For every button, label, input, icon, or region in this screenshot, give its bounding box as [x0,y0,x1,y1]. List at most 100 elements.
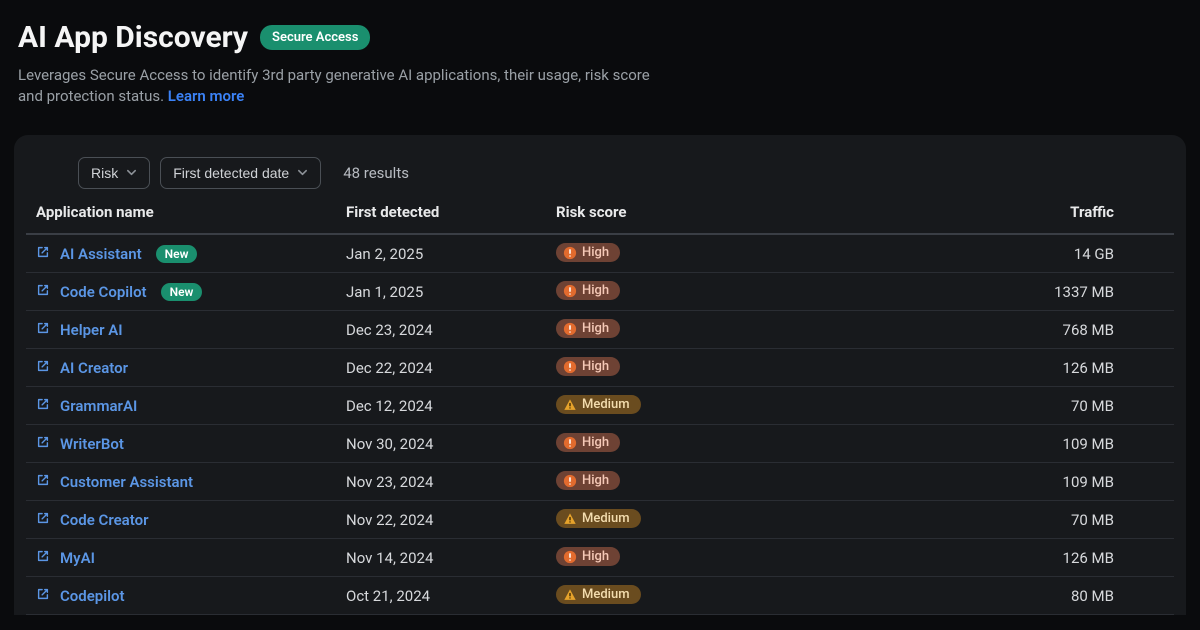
application-link[interactable]: AI Creator [60,359,128,377]
application-cell: WriterBot [36,435,346,453]
risk-cell: High [556,357,916,378]
traffic-cell: 80 MB [916,587,1146,605]
external-link-icon[interactable] [36,511,50,529]
application-cell: AI Creator [36,359,346,377]
external-link-icon[interactable] [36,321,50,339]
risk-filter-dropdown[interactable]: Risk [78,157,150,189]
risk-label: Medium [582,511,630,526]
risk-label: High [582,473,609,488]
external-link-icon[interactable] [36,587,50,605]
alert-triangle-icon [562,511,577,526]
first-detected-cell: Nov 30, 2024 [346,435,556,453]
application-link[interactable]: Code Copilot [60,283,147,301]
alert-triangle-icon [562,397,577,412]
risk-filter-label: Risk [91,165,118,181]
new-badge: New [161,283,203,301]
discovery-card: Risk First detected date 48 results Appl… [14,135,1186,615]
chevron-down-icon [126,165,137,181]
alert-circle-icon [562,473,577,488]
first-detected-cell: Dec 23, 2024 [346,321,556,339]
application-cell: Codepilot [36,587,346,605]
apps-table: Application name First detected Risk sco… [14,203,1186,615]
page-subtitle: Leverages Secure Access to identify 3rd … [18,65,658,107]
external-link-icon[interactable] [36,435,50,453]
application-cell: Code Copilot New [36,283,346,301]
risk-cell: Medium [556,509,916,530]
risk-medium-badge: Medium [556,395,641,414]
first-detected-cell: Dec 12, 2024 [346,397,556,415]
external-link-icon[interactable] [36,283,50,301]
table-row: Customer AssistantNov 23, 2024High109 MB [26,463,1174,501]
application-cell: AI Assistant New [36,245,346,263]
application-link[interactable]: GrammarAI [60,397,137,415]
traffic-cell: 14 GB [916,245,1146,263]
risk-medium-badge: Medium [556,585,641,604]
external-link-icon[interactable] [36,549,50,567]
table-row: MyAI Nov 14, 2024 High 126 MB [26,539,1174,577]
risk-cell: High [556,471,916,492]
table-row: WriterBotNov 30, 2024High109 MB [26,425,1174,463]
alert-circle-icon [562,321,577,336]
table-row: Code CopilotNewJan 1, 2025High1337 MB [26,273,1174,311]
application-link[interactable]: MyAI [60,549,95,567]
learn-more-link[interactable]: Learn more [168,87,245,105]
application-link[interactable]: WriterBot [60,435,124,453]
detected-filter-dropdown[interactable]: First detected date [160,157,321,189]
first-detected-cell: Nov 22, 2024 [346,511,556,529]
risk-label: Medium [582,397,630,412]
risk-cell: High [556,281,916,302]
traffic-cell: 70 MB [916,397,1146,415]
risk-high-badge: High [556,357,620,376]
application-link[interactable]: Helper AI [60,321,123,339]
application-link[interactable]: Codepilot [60,587,125,605]
application-cell: Code Creator [36,511,346,529]
risk-label: High [582,321,609,336]
risk-high-badge: High [556,471,620,490]
risk-cell: High [556,433,916,454]
application-link[interactable]: AI Assistant [60,245,142,263]
traffic-cell: 70 MB [916,511,1146,529]
application-cell: GrammarAI [36,397,346,415]
risk-cell: High [556,319,916,340]
table-row: AI AssistantNewJan 2, 2025High14 GB [26,235,1174,273]
external-link-icon[interactable] [36,245,50,263]
table-row: GrammarAI Dec 12, 2024 Medium 70 MB [26,387,1174,425]
th-application-name: Application name [36,203,346,221]
page-title: AI App Discovery [18,20,248,55]
controls-row: Risk First detected date 48 results [14,157,1186,203]
first-detected-cell: Dec 22, 2024 [346,359,556,377]
table-row: Helper AIDec 23, 2024High768 MB [26,311,1174,349]
first-detected-cell: Nov 14, 2024 [346,549,556,567]
risk-high-badge: High [556,281,620,300]
external-link-icon[interactable] [36,397,50,415]
table-row: Codepilot Oct 21, 2024Medium 80 MB [26,577,1174,615]
new-badge: New [156,245,198,263]
table-row: AI Creator Dec 22, 2024High 126 MB [26,349,1174,387]
external-link-icon[interactable] [36,359,50,377]
risk-high-badge: High [556,433,620,452]
traffic-cell: 126 MB [916,549,1146,567]
application-link[interactable]: Customer Assistant [60,473,193,491]
risk-label: High [582,549,609,564]
traffic-cell: 109 MB [916,473,1146,491]
risk-high-badge: High [556,319,620,338]
alert-triangle-icon [562,587,577,602]
first-detected-cell: Oct 21, 2024 [346,587,556,605]
traffic-cell: 1337 MB [916,283,1146,301]
subtitle-text: Leverages Secure Access to identify 3rd … [18,66,650,105]
external-link-icon[interactable] [36,473,50,491]
risk-label: High [582,283,609,298]
alert-circle-icon [562,435,577,450]
application-cell: MyAI [36,549,346,567]
risk-high-badge: High [556,547,620,566]
th-risk-score: Risk score [556,203,916,221]
alert-circle-icon [562,245,577,260]
first-detected-cell: Jan 2, 2025 [346,245,556,263]
traffic-cell: 126 MB [916,359,1146,377]
table-header-row: Application name First detected Risk sco… [26,203,1174,235]
risk-label: High [582,435,609,450]
risk-cell: Medium [556,395,916,416]
alert-circle-icon [562,549,577,564]
alert-circle-icon [562,359,577,374]
application-link[interactable]: Code Creator [60,511,148,529]
